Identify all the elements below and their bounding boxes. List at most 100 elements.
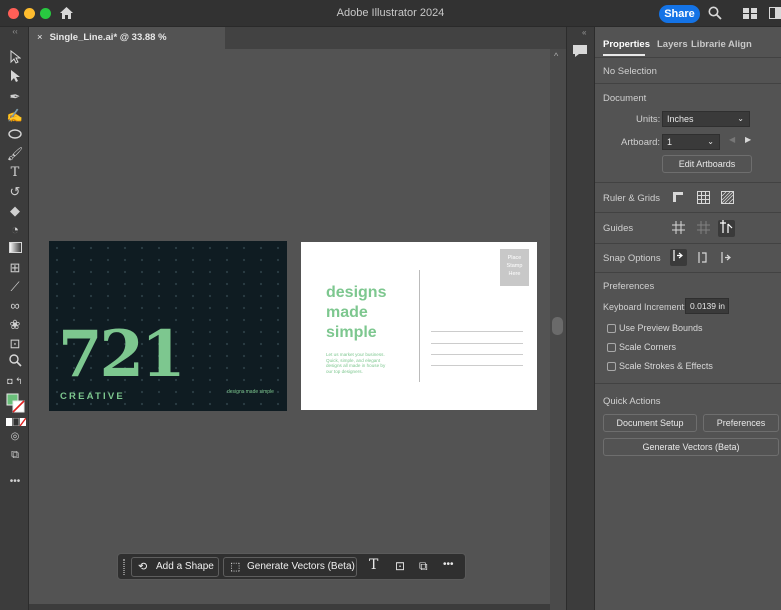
artboard-front[interactable]: 721 CREATIVE designs made simple	[49, 241, 287, 411]
address-line	[431, 365, 523, 366]
expand-panels-icon[interactable]: «	[582, 28, 586, 37]
tab-align[interactable]: Align	[728, 39, 752, 50]
edit-artboards-button[interactable]: Edit Artboards	[662, 155, 752, 173]
direct-selection-tool-icon[interactable]	[6, 69, 24, 86]
chevron-down-icon: ⌄	[737, 114, 744, 123]
tab-libraries[interactable]: Librarie	[691, 39, 726, 50]
properties-panel: Properties Layers Librarie Align No Sele…	[595, 27, 781, 610]
generate-vectors-button[interactable]: ⬚ Generate Vectors (Beta)	[223, 557, 357, 577]
preferences-heading: Preferences	[603, 281, 655, 292]
address-line	[431, 331, 523, 332]
artboard-select[interactable]: 1 ⌄	[662, 134, 720, 150]
screen-mode-icon[interactable]: ⧉	[6, 447, 24, 464]
headline-line: made	[326, 304, 368, 321]
swap-colors-icon[interactable]: ◘ ↰	[6, 373, 24, 390]
shape-builder-tool-icon[interactable]: ◔	[6, 221, 24, 238]
eyedropper-tool-icon[interactable]: ⟋	[6, 278, 24, 295]
units-select[interactable]: Inches ⌄	[662, 111, 750, 127]
prev-artboard-icon[interactable]: ◀	[729, 135, 735, 144]
add-shape-label: Add a Shape	[156, 561, 214, 572]
document-tab[interactable]: ×Single_Line.ai* @ 33.88 % (CMYK/Preview…	[29, 27, 225, 65]
generate-vectors-panel-button[interactable]: Generate Vectors (Beta)	[603, 438, 779, 456]
transparency-grid-icon[interactable]	[720, 191, 734, 205]
blend-tool-icon[interactable]: ∞	[6, 297, 24, 314]
fill-stroke-icon[interactable]	[6, 393, 26, 415]
stamp-line: Here	[508, 271, 521, 277]
crop-icon[interactable]: ⊡	[395, 559, 405, 573]
active-tab-indicator	[603, 54, 645, 56]
type-tool-icon[interactable]: T	[6, 164, 24, 181]
next-artboard-icon[interactable]: ▶	[745, 135, 751, 144]
lock-guides-icon[interactable]	[696, 221, 710, 235]
smart-guides-icon[interactable]	[718, 220, 735, 237]
gradient-tool-icon[interactable]	[6, 240, 24, 257]
scale-corners-checkbox[interactable]	[607, 343, 616, 352]
stamp-line: Stamp	[506, 263, 523, 269]
panel-layout-icon[interactable]	[769, 7, 781, 22]
snap-to-pixel-icon[interactable]	[696, 251, 710, 265]
eraser-tool-icon[interactable]: ◆	[6, 202, 24, 219]
front-tagline: designs made simple	[227, 389, 274, 395]
symbol-sprayer-tool-icon[interactable]: ❀	[6, 316, 24, 333]
selection-tool-icon[interactable]	[6, 49, 24, 67]
scale-strokes-effects-checkbox[interactable]	[607, 362, 616, 371]
pen-tool-icon[interactable]: ✒	[6, 88, 24, 105]
ruler-grids-label: Ruler & Grids	[603, 193, 661, 204]
body-line: designs all made in house by	[326, 363, 386, 369]
image-icon[interactable]: ⧉	[419, 559, 428, 574]
type-icon[interactable]: T	[369, 557, 378, 573]
status-bar	[29, 604, 550, 610]
share-button[interactable]: Share	[659, 5, 700, 23]
drag-handle-icon[interactable]	[123, 559, 125, 575]
preferences-button[interactable]: Preferences	[703, 414, 779, 432]
front-number: 721	[58, 317, 186, 392]
units-value: Inches	[667, 114, 694, 124]
workspace-switcher-icon[interactable]	[743, 8, 757, 22]
snap-options-label: Snap Options	[603, 253, 661, 264]
address-line	[431, 354, 523, 355]
comments-icon[interactable]	[572, 44, 588, 61]
mesh-tool-icon[interactable]: ⊞	[6, 259, 24, 276]
scale-corners-label: Scale Corners	[619, 342, 677, 352]
more-options-icon[interactable]: •••	[443, 559, 454, 570]
scroll-thumb[interactable]	[552, 317, 563, 335]
search-icon[interactable]	[708, 6, 722, 23]
artboard-back[interactable]: designs made simple Let us market your b…	[301, 242, 537, 410]
add-shape-button[interactable]: ⟲ Add a Shape	[131, 557, 219, 577]
edit-toolbar-button[interactable]: •••	[6, 473, 24, 490]
snap-to-glyph-icon[interactable]	[719, 251, 733, 265]
zoom-tool-icon[interactable]	[6, 354, 24, 371]
use-preview-bounds-checkbox[interactable]	[607, 324, 616, 333]
keyboard-increment-label: Keyboard Increment:	[603, 302, 687, 312]
curvature-tool-icon[interactable]: ✍	[6, 107, 24, 124]
document-tab-bar: ×Single_Line.ai* @ 33.88 % (CMYK/Preview…	[29, 27, 566, 65]
ellipse-tool-icon[interactable]	[6, 126, 24, 143]
artboard-tool-icon[interactable]: ⊡	[6, 335, 24, 352]
quick-actions-heading: Quick Actions	[603, 396, 661, 407]
grid-icon[interactable]	[696, 191, 710, 205]
show-guides-icon[interactable]	[671, 221, 685, 235]
artboard-label: Artboard:	[621, 137, 661, 148]
scroll-up-icon[interactable]: ^	[554, 51, 558, 61]
guides-label: Guides	[603, 223, 634, 234]
color-mode-icon[interactable]	[6, 417, 27, 427]
rotate-tool-icon[interactable]: ↺	[6, 183, 24, 200]
vertical-scrollbar[interactable]: ^	[550, 49, 566, 610]
body-line: Let us market your business.	[326, 352, 385, 357]
draw-mode-icon[interactable]: ◎	[6, 428, 24, 445]
toolbar-grip-icon[interactable]: ‹‹	[6, 27, 24, 44]
generate-vectors-icon: ⬚	[230, 561, 241, 573]
tools-panel: ‹‹ ✒ ✍ 🖌 T ↺ ◆ ◔ ⊞ ⟋ ∞ ❀ ⊡ ◘ ↰ ◎ ⧉ •••	[0, 27, 29, 610]
tab-close-icon[interactable]: ×	[37, 32, 43, 43]
headline-line: simple	[326, 324, 377, 341]
tab-properties[interactable]: Properties	[603, 39, 650, 50]
document-setup-button[interactable]: Document Setup	[603, 414, 697, 432]
ruler-icon[interactable]	[671, 191, 685, 205]
paintbrush-tool-icon[interactable]: 🖌	[6, 145, 24, 162]
contextual-task-bar: ⟲ Add a Shape ⬚ Generate Vectors (Beta) …	[117, 553, 466, 580]
use-preview-bounds-label: Use Preview Bounds	[619, 323, 703, 333]
artboard-value: 1	[667, 137, 673, 147]
keyboard-increment-field[interactable]: 0.0139 in	[685, 298, 729, 314]
snap-to-point-icon[interactable]	[670, 249, 687, 266]
tab-layers[interactable]: Layers	[657, 39, 688, 50]
